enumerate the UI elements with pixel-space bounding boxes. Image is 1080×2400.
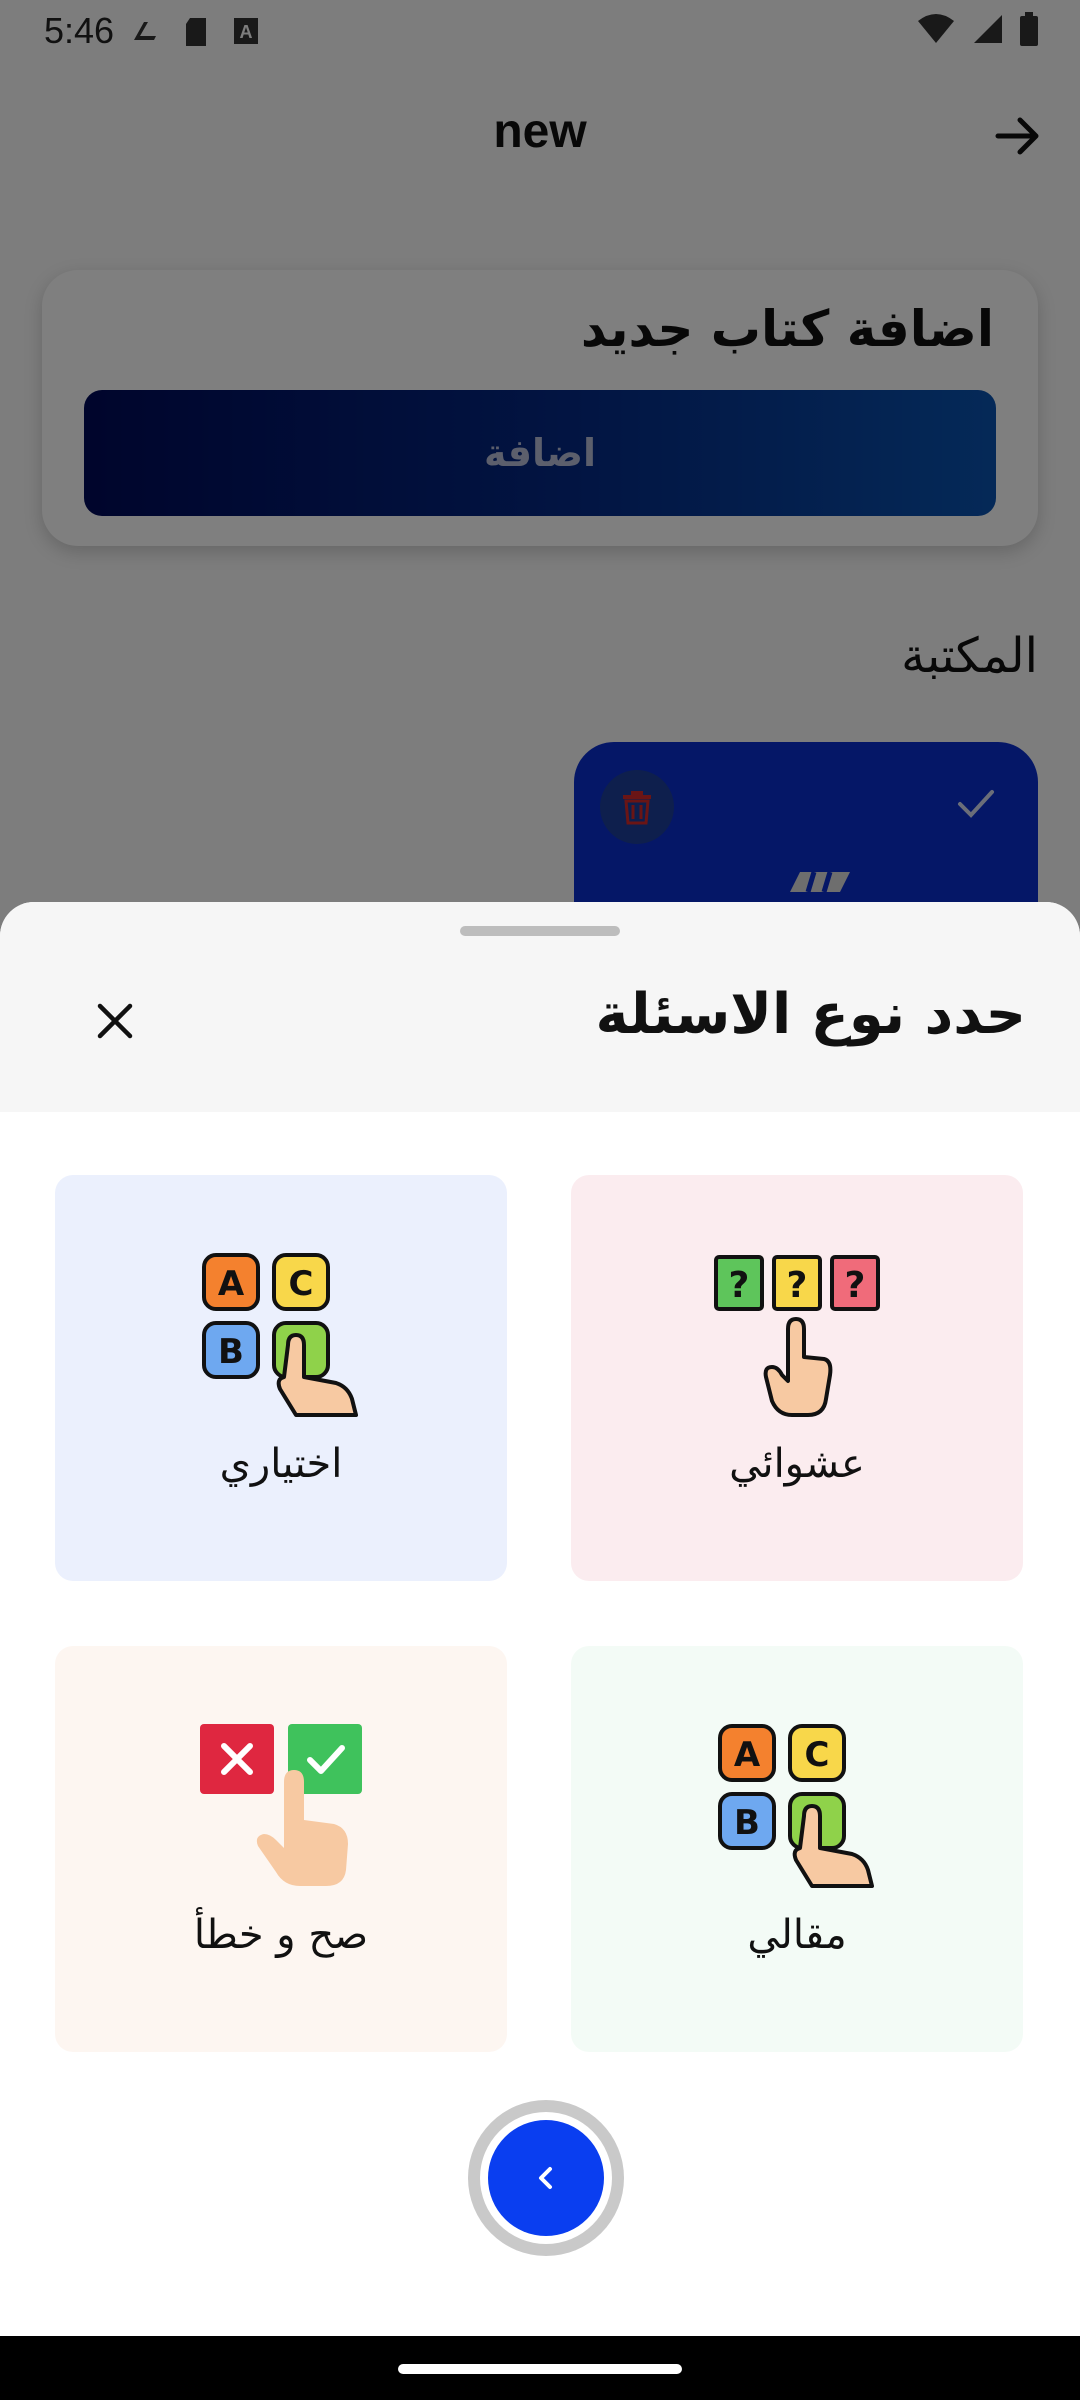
option-multiple-choice-label: اختياري	[219, 1441, 343, 1487]
option-true-false-label: صح و خطأ	[193, 1912, 369, 1958]
random-questions-icon: ? ? ?	[714, 1255, 880, 1417]
sheet-header: حدد نوع الاسئلة	[0, 902, 1080, 1112]
option-essay-label: مقالي	[747, 1912, 847, 1958]
essay-icon: A C B	[718, 1724, 874, 1888]
home-indicator[interactable]	[398, 2364, 682, 2374]
svg-text:?: ?	[729, 1265, 750, 1306]
true-false-icon	[200, 1724, 362, 1886]
option-true-false[interactable]: صح و خطأ	[55, 1646, 507, 2052]
svg-text:?: ?	[845, 1265, 866, 1306]
chevron-left-icon	[539, 2167, 552, 2189]
option-random[interactable]: ? ? ? عشوائي	[571, 1175, 1023, 1581]
option-multiple-choice[interactable]: A C B اختياري	[55, 1175, 507, 1581]
svg-text:A: A	[734, 1735, 761, 1775]
svg-text:?: ?	[787, 1265, 808, 1306]
question-type-sheet: حدد نوع الاسئلة ? ? ? عشوائي A C B اختيا…	[0, 902, 1080, 2336]
option-random-label: عشوائي	[729, 1441, 865, 1487]
sheet-title: حدد نوع الاسئلة	[595, 982, 1026, 1047]
drag-handle[interactable]	[460, 926, 620, 936]
multiple-choice-icon: A C B	[202, 1253, 358, 1417]
svg-text:B: B	[734, 1803, 760, 1843]
navigation-bar	[0, 2336, 1080, 2400]
svg-text:C: C	[805, 1735, 830, 1775]
back-fab[interactable]	[468, 2100, 624, 2256]
svg-text:B: B	[218, 1332, 244, 1372]
close-icon[interactable]	[88, 994, 142, 1048]
svg-text:C: C	[289, 1264, 314, 1304]
svg-text:A: A	[218, 1264, 245, 1304]
option-essay[interactable]: A C B مقالي	[571, 1646, 1023, 2052]
